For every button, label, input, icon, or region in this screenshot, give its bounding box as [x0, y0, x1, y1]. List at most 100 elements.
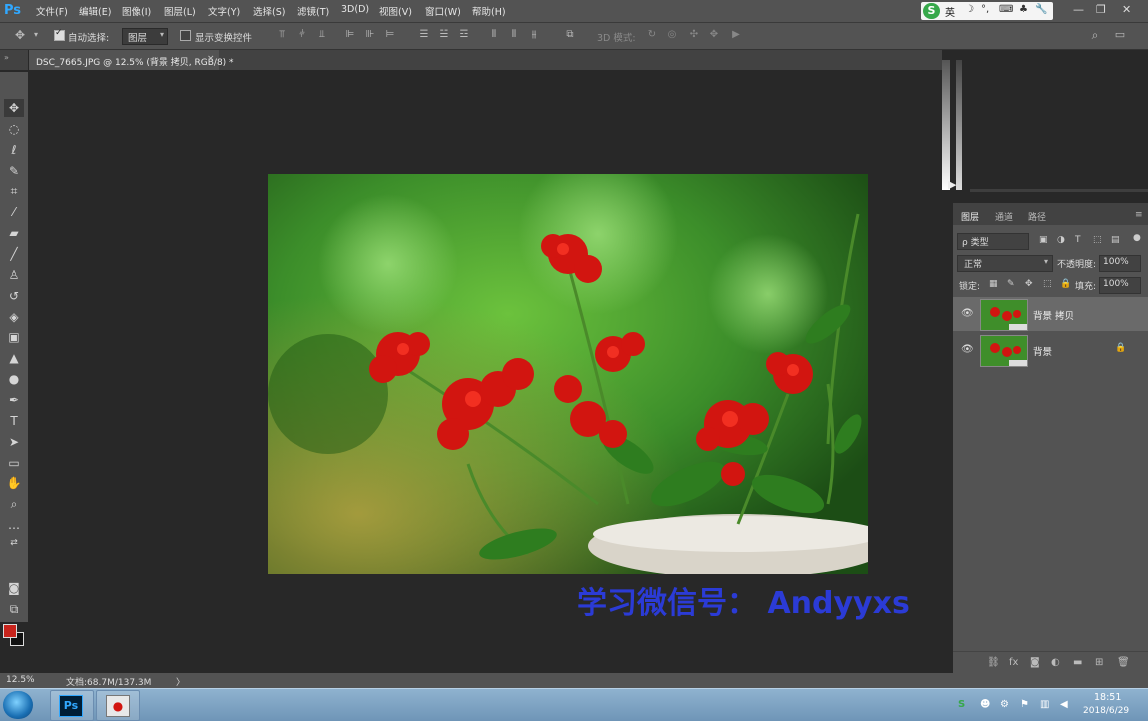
lock-position-icon[interactable]: ✥ — [1025, 279, 1033, 289]
sogou-tray-icon[interactable]: S — [958, 699, 965, 710]
zoom-level[interactable]: 12.5% — [6, 675, 35, 685]
align-bottom-icon[interactable]: ⫫ — [316, 29, 328, 41]
new-layer-icon[interactable]: ⊞ — [1095, 657, 1103, 668]
tab-paths[interactable]: 路径 — [1028, 210, 1046, 223]
distribute-vcenter-icon[interactable]: ☱ — [438, 29, 450, 41]
workspace-icon[interactable]: ▭ — [1114, 29, 1126, 41]
lock-pixels-icon[interactable]: ✎ — [1007, 279, 1015, 289]
blur-tool[interactable]: ▲ — [4, 349, 24, 367]
gradient-tool[interactable]: ▣ — [4, 328, 24, 346]
filter-smart-icon[interactable]: ▤ — [1111, 235, 1120, 245]
move-tool-icon[interactable]: ✥ — [14, 29, 26, 41]
align-right-icon[interactable]: ⊨ — [384, 29, 396, 41]
marquee-tool[interactable]: ◌ — [4, 120, 24, 138]
distribute-right-icon[interactable]: ⫵ — [528, 29, 540, 41]
show-transform-checkbox[interactable] — [180, 30, 191, 41]
ime-language[interactable]: 英 — [945, 4, 955, 19]
more-tools[interactable]: … — [4, 516, 24, 534]
menu-window[interactable]: 窗口(W) — [425, 4, 461, 18]
delete-icon[interactable]: 🗑 — [1117, 657, 1130, 668]
hand-tool[interactable]: ✋ — [4, 474, 24, 492]
sogou-ime-icon[interactable]: S — [923, 3, 940, 19]
3d-slide-icon[interactable]: ✥ — [708, 29, 720, 41]
auto-select-checkbox[interactable] — [54, 28, 65, 41]
menu-view[interactable]: 视图(V) — [379, 4, 412, 18]
eyedropper-tool[interactable]: ⁄ — [4, 203, 24, 221]
dodge-tool[interactable]: ● — [4, 370, 24, 388]
collapse-icon[interactable]: » — [4, 53, 9, 62]
filter-shape-icon[interactable]: ⬚ — [1093, 235, 1102, 245]
menu-file[interactable]: 文件(F) — [36, 4, 68, 18]
menu-help[interactable]: 帮助(H) — [472, 4, 506, 18]
group-icon[interactable]: ▬ — [1073, 657, 1082, 668]
blend-mode-dropdown[interactable]: 正常 ▾ — [957, 255, 1053, 272]
clock-date[interactable]: 2018/6/29 — [1083, 706, 1129, 716]
layer-name[interactable]: 背景 — [1033, 344, 1052, 358]
align-hcenter-icon[interactable]: ⊪ — [364, 29, 376, 41]
opacity-field[interactable]: 100% — [1099, 255, 1141, 272]
ime-skin-icon[interactable]: ♣ — [1019, 4, 1028, 15]
restore-button[interactable]: ❐ — [1096, 3, 1106, 16]
menu-filter[interactable]: 滤镜(T) — [297, 4, 329, 18]
filter-adjust-icon[interactable]: ◑ — [1057, 235, 1065, 245]
minimize-button[interactable]: — — [1073, 3, 1084, 16]
distribute-top-icon[interactable]: ☰ — [418, 29, 430, 41]
visibility-eye-icon[interactable]: 👁 — [961, 308, 974, 319]
tab-layers[interactable]: 图层 — [961, 210, 979, 223]
network-icon[interactable]: ▥ — [1040, 699, 1049, 710]
tray-icon[interactable]: ⚙ — [1000, 699, 1009, 710]
distribute-hcenter-icon[interactable]: ⫴ — [508, 29, 520, 41]
adjustment-icon[interactable]: ◐ — [1051, 657, 1060, 668]
healing-brush-tool[interactable]: ▰ — [4, 224, 24, 242]
search-icon[interactable]: ⌕ — [1089, 29, 1101, 41]
filter-type-icon[interactable]: T — [1075, 235, 1081, 245]
status-menu-arrow[interactable]: 〉 — [176, 675, 185, 688]
distribute-left-icon[interactable]: ⦀ — [488, 29, 500, 41]
foreground-color-swatch[interactable] — [3, 624, 17, 638]
ime-toolbar[interactable]: S 英 ☽ °, ⌨ ♣ 🔧 — [921, 2, 1053, 20]
panel-slider-2[interactable] — [956, 60, 962, 190]
ime-punct-icon[interactable]: °, — [981, 4, 989, 15]
menu-layer[interactable]: 图层(L) — [164, 4, 196, 18]
mask-icon[interactable]: ◙ — [1030, 657, 1040, 668]
align-vcenter-icon[interactable]: ⫩ — [296, 29, 308, 41]
filter-toggle-icon[interactable]: ● — [1133, 233, 1141, 243]
visibility-eye-icon[interactable]: 👁 — [961, 344, 974, 355]
panel-slider[interactable] — [942, 60, 950, 190]
menu-image[interactable]: 图像(I) — [122, 4, 151, 18]
layer-filter-dropdown[interactable]: ρ 类型 — [957, 233, 1029, 250]
crop-tool[interactable]: ⌗ — [4, 182, 24, 200]
close-tab-icon[interactable]: × — [207, 54, 215, 64]
fx-icon[interactable]: fx — [1009, 657, 1018, 668]
auto-align-icon[interactable]: ⧉ — [564, 29, 576, 41]
swap-colors-icon[interactable]: ⇄ — [4, 534, 24, 552]
quick-mask-icon[interactable]: ◙ — [4, 579, 24, 597]
path-select-tool[interactable]: ➤ — [4, 433, 24, 451]
lock-all-icon[interactable]: 🔒 — [1060, 279, 1071, 289]
zoom-tool[interactable]: ⌕ — [4, 495, 24, 513]
document-tab[interactable]: DSC_7665.JPG @ 12.5% (背景 拷贝, RGB/8) * × — [29, 50, 234, 70]
ime-moon-icon[interactable]: ☽ — [965, 4, 974, 15]
distribute-bottom-icon[interactable]: ☲ — [458, 29, 470, 41]
eraser-tool[interactable]: ◈ — [4, 308, 24, 326]
lasso-tool[interactable]: ℓ — [4, 141, 24, 159]
close-button[interactable]: ✕ — [1122, 3, 1131, 16]
move-tool[interactable]: ✥ — [4, 99, 24, 117]
start-button[interactable] — [3, 691, 33, 719]
chevron-down-icon[interactable]: ▾ — [30, 29, 42, 41]
volume-icon[interactable]: ◀ — [1060, 699, 1068, 710]
3d-rotate-icon[interactable]: ↻ — [646, 29, 658, 41]
ime-keyboard-icon[interactable]: ⌨ — [999, 4, 1013, 15]
layer-name[interactable]: 背景 拷贝 — [1033, 308, 1074, 322]
flag-icon[interactable]: ⚑ — [1020, 699, 1029, 710]
lock-artboard-icon[interactable]: ⬚ — [1043, 279, 1052, 289]
fill-field[interactable]: 100% — [1099, 277, 1141, 294]
quick-select-tool[interactable]: ✎ — [4, 162, 24, 180]
play-icon[interactable]: ▶ — [948, 178, 956, 191]
link-icon[interactable]: ⛓ — [987, 657, 1000, 668]
layer-row[interactable]: 👁 背景 🔒 — [953, 333, 1148, 367]
clone-stamp-tool[interactable]: ♙ — [4, 266, 24, 284]
rectangle-tool[interactable]: ▭ — [4, 454, 24, 472]
type-tool[interactable]: T — [4, 412, 24, 430]
3d-pan-icon[interactable]: ✣ — [688, 29, 700, 41]
